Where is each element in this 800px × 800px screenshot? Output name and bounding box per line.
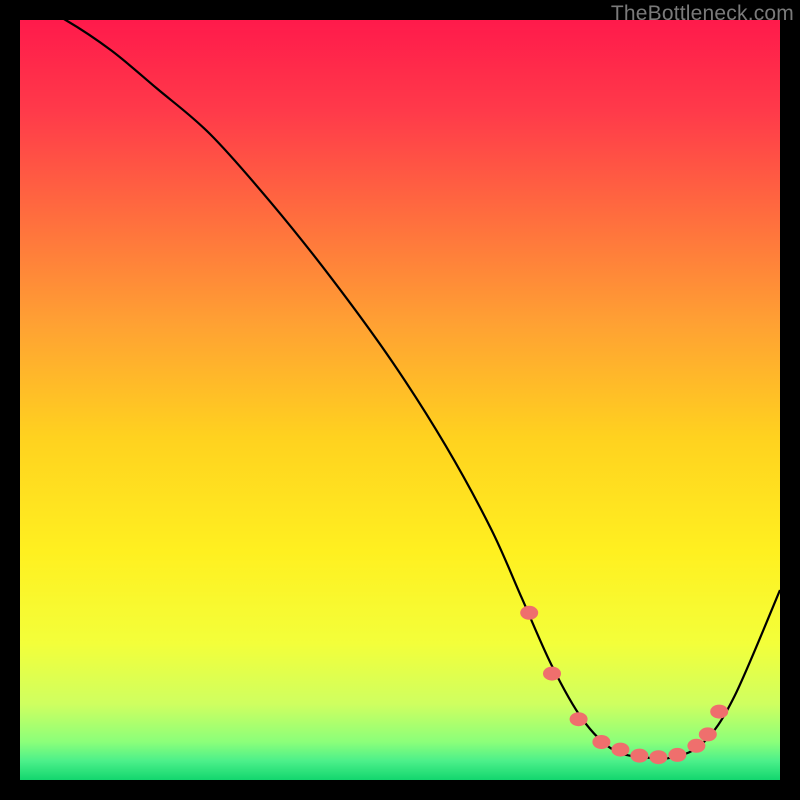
highlight-dot [630, 749, 648, 763]
chart-frame: TheBottleneck.com [0, 0, 800, 800]
highlight-dot [543, 667, 561, 681]
highlight-dot [592, 735, 610, 749]
highlight-dot [699, 727, 717, 741]
gradient-background [20, 20, 780, 780]
chart-svg [20, 20, 780, 780]
highlight-dot [611, 743, 629, 757]
highlight-dot [710, 705, 728, 719]
plot-area [20, 20, 780, 780]
highlight-dot [520, 606, 538, 620]
highlight-dot [687, 739, 705, 753]
highlight-dot [649, 750, 667, 764]
highlight-dot [570, 712, 588, 726]
highlight-dot [668, 748, 686, 762]
